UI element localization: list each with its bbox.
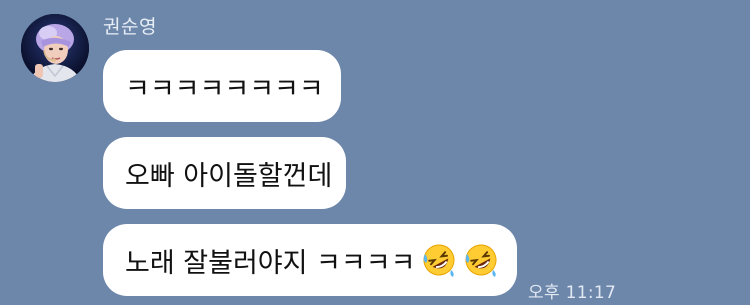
message-text: 오빠 아이돌할껀데	[125, 160, 333, 192]
rolling-on-floor-laughing-icon	[421, 242, 457, 278]
message-text: 노래 잘불러야지 ㅋㅋㅋㅋ	[125, 247, 416, 279]
message-bubble[interactable]: 오빠 아이돌할껀데	[103, 137, 346, 209]
profile-photo	[21, 14, 89, 82]
message-bubble[interactable]: 노래 잘불러야지 ㅋㅋㅋㅋ	[103, 224, 517, 296]
message-timestamp: 오후 11:17	[528, 283, 617, 303]
rolling-on-floor-laughing-icon	[463, 242, 499, 278]
message-text: ㅋㅋㅋㅋㅋㅋㅋㅋ	[125, 73, 324, 105]
message-bubble[interactable]: ㅋㅋㅋㅋㅋㅋㅋㅋ	[103, 50, 341, 122]
sender-name[interactable]: 권순영	[103, 12, 157, 39]
avatar[interactable]	[21, 14, 89, 82]
chat-area: 권순영 ㅋㅋㅋㅋㅋㅋㅋㅋ 오빠 아이돌할껀데 노래 잘불러야지 ㅋㅋㅋㅋ 오후 …	[0, 0, 750, 305]
